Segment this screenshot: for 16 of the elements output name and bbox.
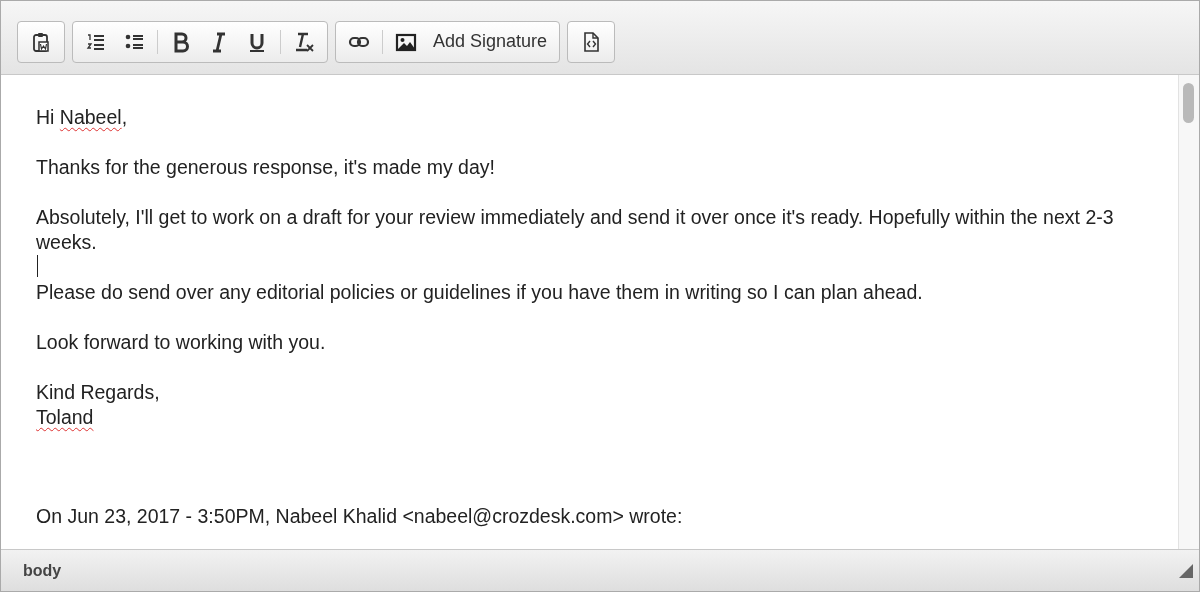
paragraph-text: Thanks for the generous response, it's made my day!	[36, 155, 496, 180]
add-signature-button[interactable]: Add Signature	[425, 21, 556, 62]
paragraph-text: Hi Nabeel,	[36, 105, 129, 130]
paragraph-text: Look forward to working with you.	[36, 330, 327, 355]
scrollbar[interactable]	[1178, 75, 1199, 549]
clear-format-icon	[293, 30, 315, 53]
paragraph-text: Absolutely, I'll get to work on a draft for your review immediately and send it over once it's ready. Hopefully within the next 2-3 weeks.	[36, 205, 1115, 255]
scroll-thumb[interactable]	[1183, 83, 1194, 123]
paste-icon	[30, 30, 52, 53]
paragraph-text: Kind Regards,	[36, 380, 161, 405]
resize-grip-icon[interactable]	[1179, 563, 1193, 578]
paragraph-text: Please do send over any editorial policies or guidelines if you have them in writing so I can plan ahead.	[36, 280, 924, 305]
paragraph-text: Toland	[36, 405, 95, 430]
quote-header: On Jun 23, 2017 - 3:50PM, Nabeel Khalid <nabeel@crozdesk.com> wrote:	[36, 504, 684, 529]
text-cursor	[37, 255, 38, 277]
element-path[interactable]: body	[23, 561, 62, 580]
